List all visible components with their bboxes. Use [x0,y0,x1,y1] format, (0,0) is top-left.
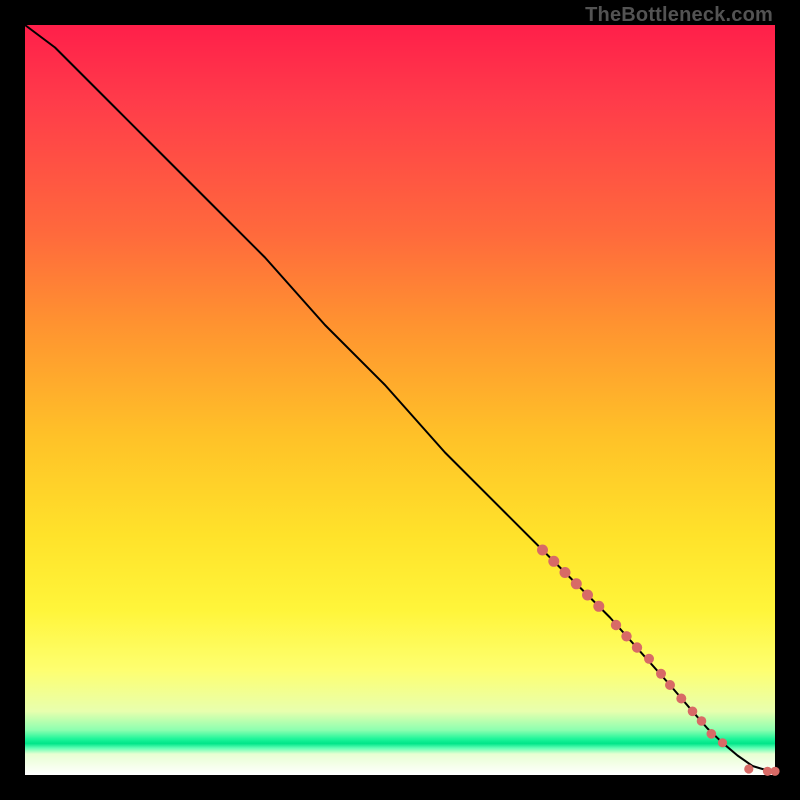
curve-marker [582,590,593,601]
curve-marker [688,707,698,717]
curve-marker [593,601,604,612]
curve-marker [611,620,621,630]
curve-marker [770,767,779,776]
curve-marker [548,556,559,567]
curve-marker [744,764,753,773]
curve-marker [718,738,727,747]
curve-marker [707,729,717,739]
curve-marker [644,654,654,664]
curve-marker [571,578,582,589]
curve-marker [665,680,675,690]
chart-frame: TheBottleneck.com [0,0,800,800]
bottleneck-curve [25,25,775,771]
curve-marker [632,642,642,652]
curve-marker [621,631,631,641]
curve-svg [25,25,775,775]
curve-markers [537,545,780,776]
curve-marker [697,716,707,726]
curve-marker [656,669,666,679]
curve-marker [676,694,686,704]
watermark-text: TheBottleneck.com [585,4,773,27]
curve-marker [560,567,571,578]
curve-marker [537,545,548,556]
plot-area [25,25,775,775]
